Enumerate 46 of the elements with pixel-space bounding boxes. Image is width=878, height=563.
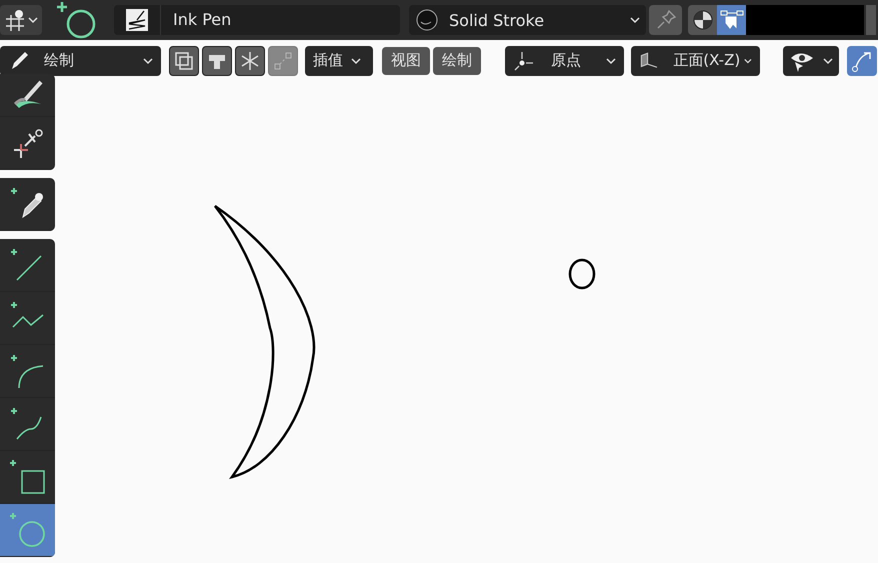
material-sphere-icon xyxy=(415,8,439,32)
eyedropper-icon xyxy=(10,187,44,221)
color-swatch[interactable] xyxy=(746,5,864,35)
interpolate-dropdown[interactable]: 插值 xyxy=(305,46,373,76)
pin-button[interactable] xyxy=(649,5,682,35)
header-button[interactable]: 视图 xyxy=(382,46,430,74)
layers-icon xyxy=(173,50,195,72)
visibility-button[interactable] xyxy=(783,46,839,76)
circle-stroke xyxy=(568,258,596,290)
origin-dropdown[interactable]: 原点 xyxy=(505,46,624,76)
chevron-down-icon xyxy=(823,56,833,64)
overlay-icon xyxy=(720,9,744,31)
line-icon xyxy=(10,248,44,282)
shading-button[interactable] xyxy=(688,5,717,35)
chevron-down-icon xyxy=(28,16,38,24)
material-name: Solid Stroke xyxy=(449,10,546,30)
curve-icon xyxy=(10,407,44,441)
grid-pin-icon xyxy=(4,9,26,31)
weight-button[interactable] xyxy=(202,46,232,76)
plane-dropdown[interactable]: 正面(X-Z) xyxy=(631,46,760,76)
mode-label: 绘制 xyxy=(44,51,75,70)
chevron-down-icon xyxy=(606,56,616,64)
chevron-down-icon xyxy=(351,56,361,64)
material-dropdown[interactable]: Solid Stroke xyxy=(409,5,646,35)
curve-edit-button[interactable] xyxy=(847,46,877,76)
snowflake-icon xyxy=(239,50,261,72)
overlay-button[interactable] xyxy=(717,5,746,35)
origin-label: 原点 xyxy=(551,51,582,70)
points-icon xyxy=(272,50,294,72)
chevron-down-icon xyxy=(744,56,752,64)
chevron-down-icon xyxy=(143,56,153,64)
add-circle-icon xyxy=(56,1,98,39)
mode-dropdown[interactable]: 绘制 xyxy=(0,46,161,76)
interpolate-label: 插值 xyxy=(313,51,343,70)
mode-menu-button[interactable] xyxy=(0,5,42,35)
layers-button[interactable] xyxy=(169,46,199,76)
origin-icon xyxy=(513,50,535,72)
brush-preview-icon[interactable] xyxy=(126,9,148,31)
chevron-down-icon xyxy=(630,16,640,24)
plane-label: 正面(X-Z) xyxy=(673,51,740,70)
arc-icon xyxy=(10,354,44,388)
freeze-button[interactable] xyxy=(235,46,265,76)
shading-sphere-icon xyxy=(692,9,714,31)
header-button[interactable]: 绘制 xyxy=(433,46,481,74)
circle-icon xyxy=(10,512,46,548)
square-icon xyxy=(10,459,46,495)
